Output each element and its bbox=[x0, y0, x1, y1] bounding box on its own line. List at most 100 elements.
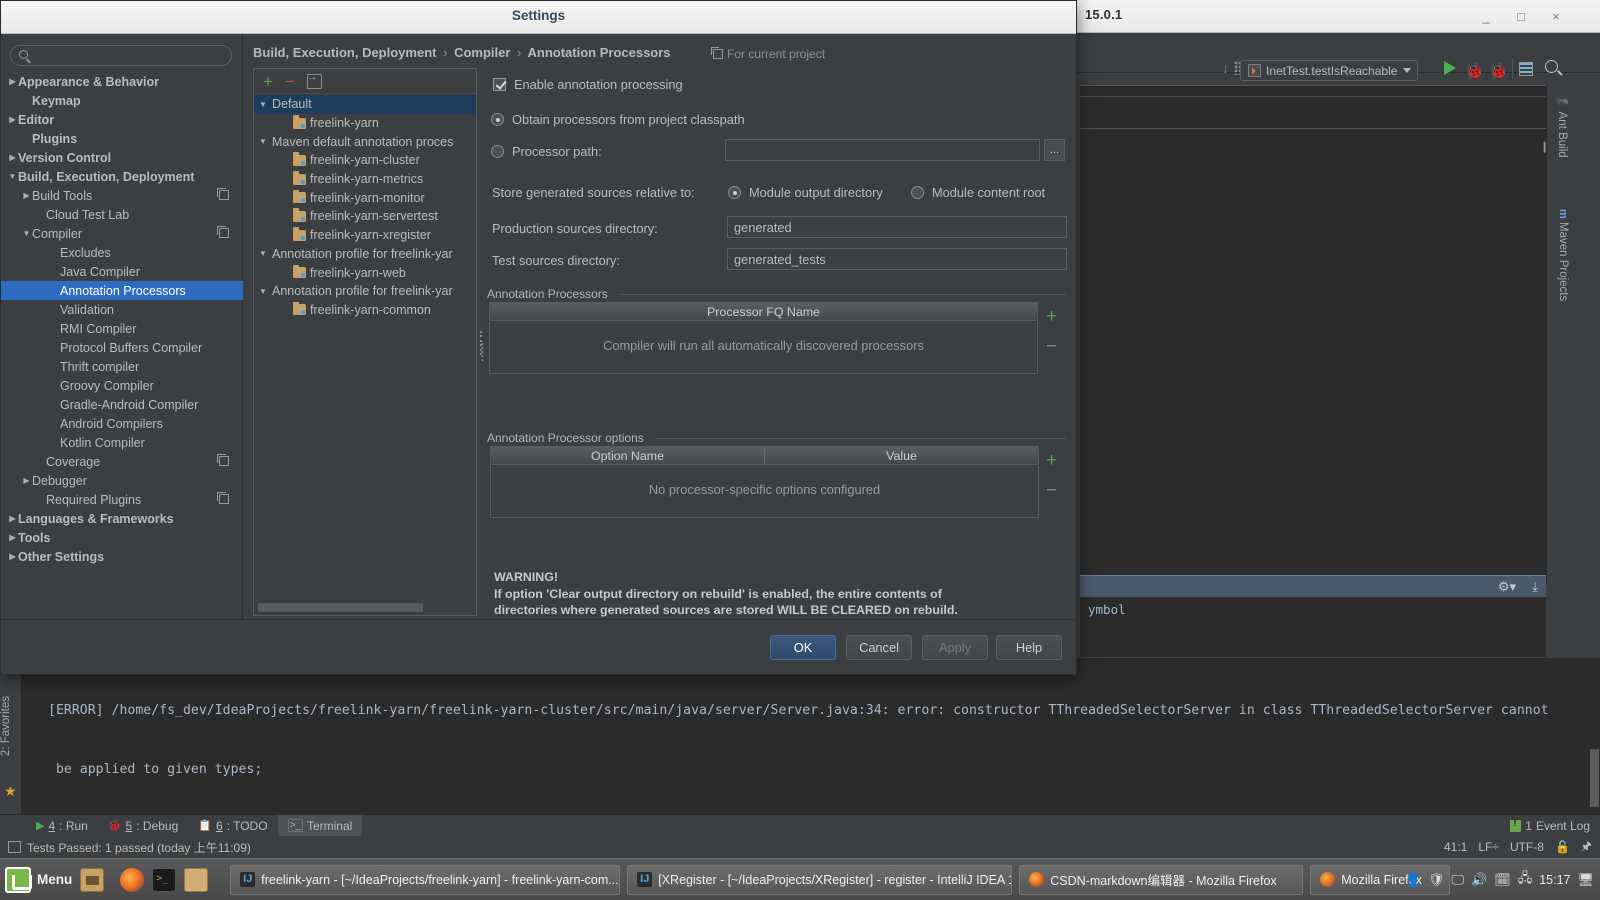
chevron-down-icon[interactable]: ▼ bbox=[254, 249, 272, 258]
sidebar-item-build-tools[interactable]: ▶ Build Tools bbox=[1, 186, 243, 205]
encoding[interactable]: UTF-8 bbox=[1510, 840, 1544, 854]
sidebar-item-build-execution-deployment[interactable]: ▼ Build, Execution, Deployment bbox=[1, 167, 243, 186]
chevron-down-icon[interactable]: ▼ bbox=[254, 100, 272, 109]
sidebar-item-thrift-compiler[interactable]: Thrift compiler bbox=[1, 357, 243, 376]
profile-tree-row[interactable]: ▼ Default bbox=[254, 95, 476, 114]
tab-debug[interactable]: 🐞 5: Debug bbox=[98, 815, 188, 837]
run-button[interactable] bbox=[1444, 61, 1456, 75]
chevron-right-icon[interactable]: ▶ bbox=[21, 476, 32, 485]
sidebar-item-java-compiler[interactable]: Java Compiler bbox=[1, 262, 243, 281]
module-tree-row[interactable]: freelink-yarn-common bbox=[254, 301, 476, 320]
inspection-icon[interactable]: 🖈 bbox=[1581, 837, 1592, 858]
search-input[interactable] bbox=[10, 45, 232, 66]
store-module-content-radio[interactable] bbox=[911, 186, 924, 199]
column-option-name[interactable]: Option Name bbox=[491, 447, 764, 464]
tab-terminal[interactable]: >_ Terminal bbox=[277, 814, 363, 837]
chevron-down-icon[interactable]: ▼ bbox=[254, 287, 272, 296]
chevron-down-icon[interactable]: ▼ bbox=[21, 229, 32, 238]
volume-icon[interactable]: 🔊 bbox=[1471, 872, 1487, 888]
chevron-right-icon[interactable]: ▶ bbox=[7, 77, 18, 86]
column-processor-fq-name[interactable]: Processor FQ Name bbox=[490, 303, 1037, 320]
module-tree-row[interactable]: freelink-yarn-cluster bbox=[254, 151, 476, 170]
terminal-panel[interactable]: [ERROR] /home/fs_dev/IdeaProjects/freeli… bbox=[0, 658, 1600, 895]
remove-option-button[interactable]: − bbox=[1046, 481, 1057, 500]
taskbar-window-csdn[interactable]: CSDN-markdown编辑器 - Mozilla Firefox bbox=[1019, 864, 1304, 895]
sidebar-item-rmi-compiler[interactable]: RMI Compiler bbox=[1, 319, 243, 338]
cancel-button[interactable]: Cancel bbox=[846, 635, 912, 660]
processor-path-row[interactable]: Processor path: bbox=[491, 144, 602, 159]
export-icon[interactable]: ⤓ bbox=[1532, 579, 1538, 595]
module-tree-row[interactable]: freelink-yarn-servertest bbox=[254, 207, 476, 226]
enable-annotation-processing-checkbox[interactable] bbox=[493, 78, 506, 91]
sidebar-item-compiler[interactable]: ▼ Compiler bbox=[1, 224, 243, 243]
lock-icon[interactable]: 🔓 bbox=[1555, 840, 1570, 854]
processor-path-radio[interactable] bbox=[491, 145, 504, 158]
sidebar-item-version-control[interactable]: ▶ Version Control bbox=[1, 148, 243, 167]
chevron-right-icon[interactable]: ▶ bbox=[21, 191, 32, 200]
tool-tab-maven-projects[interactable]: m Maven Projects bbox=[1547, 205, 1569, 301]
copy-icon[interactable] bbox=[217, 492, 229, 504]
clock[interactable]: 15:17 bbox=[1539, 873, 1570, 887]
breadcrumb-part-0[interactable]: Build, Execution, Deployment bbox=[253, 45, 436, 60]
chevron-down-icon[interactable]: ▼ bbox=[7, 172, 18, 181]
add-processor-button[interactable]: + bbox=[1046, 307, 1057, 326]
profile-tree-row[interactable]: ▼ Maven default annotation proces bbox=[254, 132, 476, 151]
debug-button[interactable]: 🐞 bbox=[1465, 62, 1484, 80]
caret-position[interactable]: 41:1 bbox=[1444, 840, 1467, 854]
files-icon[interactable] bbox=[80, 867, 105, 892]
scrollbar-thumb[interactable] bbox=[258, 603, 423, 612]
update-icon[interactable]: 🛡 bbox=[1428, 872, 1445, 888]
chevron-right-icon[interactable]: ▶ bbox=[7, 552, 18, 561]
sidebar-item-editor[interactable]: ▶ Editor bbox=[1, 110, 243, 129]
chevron-down-icon[interactable]: ▼ bbox=[254, 137, 272, 146]
help-button[interactable]: Help bbox=[996, 635, 1062, 660]
chevron-right-icon[interactable]: ▶ bbox=[7, 533, 18, 542]
menu-button[interactable]: Menu bbox=[5, 866, 72, 893]
table-resize-grip[interactable] bbox=[481, 342, 484, 362]
coverage-button[interactable]: 🐞 bbox=[1489, 62, 1508, 80]
status-message-group[interactable]: Tests Passed: 1 passed (today 上午11:09) bbox=[8, 839, 251, 856]
store-module-content-row[interactable]: Module content root bbox=[911, 185, 1045, 200]
sidebar-item-excludes[interactable]: Excludes bbox=[1, 243, 243, 262]
move-to-icon[interactable] bbox=[306, 71, 322, 89]
calendar-icon[interactable]: 🗓 bbox=[1494, 872, 1511, 888]
minimize-icon[interactable]: _ bbox=[1478, 9, 1494, 25]
processor-options-table[interactable]: Option Name Value No processor-specific … bbox=[490, 446, 1039, 518]
obtain-from-classpath-radio[interactable] bbox=[491, 113, 504, 126]
add-profile-button[interactable]: + bbox=[263, 73, 273, 90]
close-icon[interactable]: × bbox=[1548, 9, 1564, 25]
line-separator[interactable]: LF÷ bbox=[1478, 840, 1499, 854]
sidebar-item-tools[interactable]: ▶ Tools bbox=[1, 528, 243, 547]
ok-button[interactable]: OK bbox=[770, 635, 836, 660]
module-tree-row[interactable]: freelink-yarn-metrics bbox=[254, 170, 476, 189]
run-configuration-selector[interactable]: InetTest.testIsReachable bbox=[1240, 60, 1419, 81]
taskbar-window-xregister[interactable]: IJ [XRegister - [~/IdeaProjects/XRegiste… bbox=[627, 864, 1013, 895]
sidebar-item-cloud-test-lab[interactable]: Cloud Test Lab bbox=[1, 205, 243, 224]
column-value[interactable]: Value bbox=[764, 447, 1038, 464]
processors-table[interactable]: Processor FQ Name Compiler will run all … bbox=[489, 302, 1038, 374]
sidebar-item-other-settings[interactable]: ▶ Other Settings bbox=[1, 547, 243, 566]
sidebar-item-coverage[interactable]: Coverage bbox=[1, 452, 243, 471]
sidebar-item-annotation-processors[interactable]: Annotation Processors bbox=[1, 281, 243, 300]
update-arrow-icon[interactable]: ↓ bbox=[1222, 60, 1229, 76]
module-tree-row[interactable]: freelink-yarn-xregister bbox=[254, 226, 476, 245]
display-icon[interactable]: 🖵 bbox=[1451, 872, 1464, 888]
terminal-scrollbar[interactable] bbox=[1590, 659, 1599, 813]
tab-todo[interactable]: 📋 6: TODO bbox=[188, 815, 277, 837]
processor-path-input[interactable] bbox=[725, 139, 1040, 161]
gear-icon[interactable]: ⚙▾ bbox=[1498, 579, 1516, 595]
taskbar-window-freelink[interactable]: IJ freelink-yarn - [~/IdeaProjects/freel… bbox=[230, 864, 621, 895]
module-tree-row[interactable]: freelink-yarn-monitor bbox=[254, 188, 476, 207]
store-module-output-row[interactable]: Module output directory bbox=[728, 185, 883, 200]
obtain-from-classpath-row[interactable]: Obtain processors from project classpath bbox=[491, 112, 745, 127]
copy-icon[interactable] bbox=[217, 454, 229, 466]
tool-tab-favorites[interactable]: 2: Favorites bbox=[0, 696, 22, 756]
processor-path-browse-button[interactable]: ... bbox=[1044, 139, 1065, 161]
tool-tab-ant-build[interactable]: 🐜 Ant Build bbox=[1547, 91, 1569, 158]
sidebar-item-plugins[interactable]: Plugins bbox=[1, 129, 243, 148]
sidebar-item-debugger[interactable]: ▶ Debugger bbox=[1, 471, 243, 490]
chevron-right-icon[interactable]: ▶ bbox=[7, 115, 18, 124]
profile-tree-row[interactable]: ▼ Annotation profile for freelink-yar bbox=[254, 245, 476, 264]
enable-annotation-processing-row[interactable]: Enable annotation processing bbox=[493, 77, 683, 92]
add-option-button[interactable]: + bbox=[1046, 451, 1057, 470]
